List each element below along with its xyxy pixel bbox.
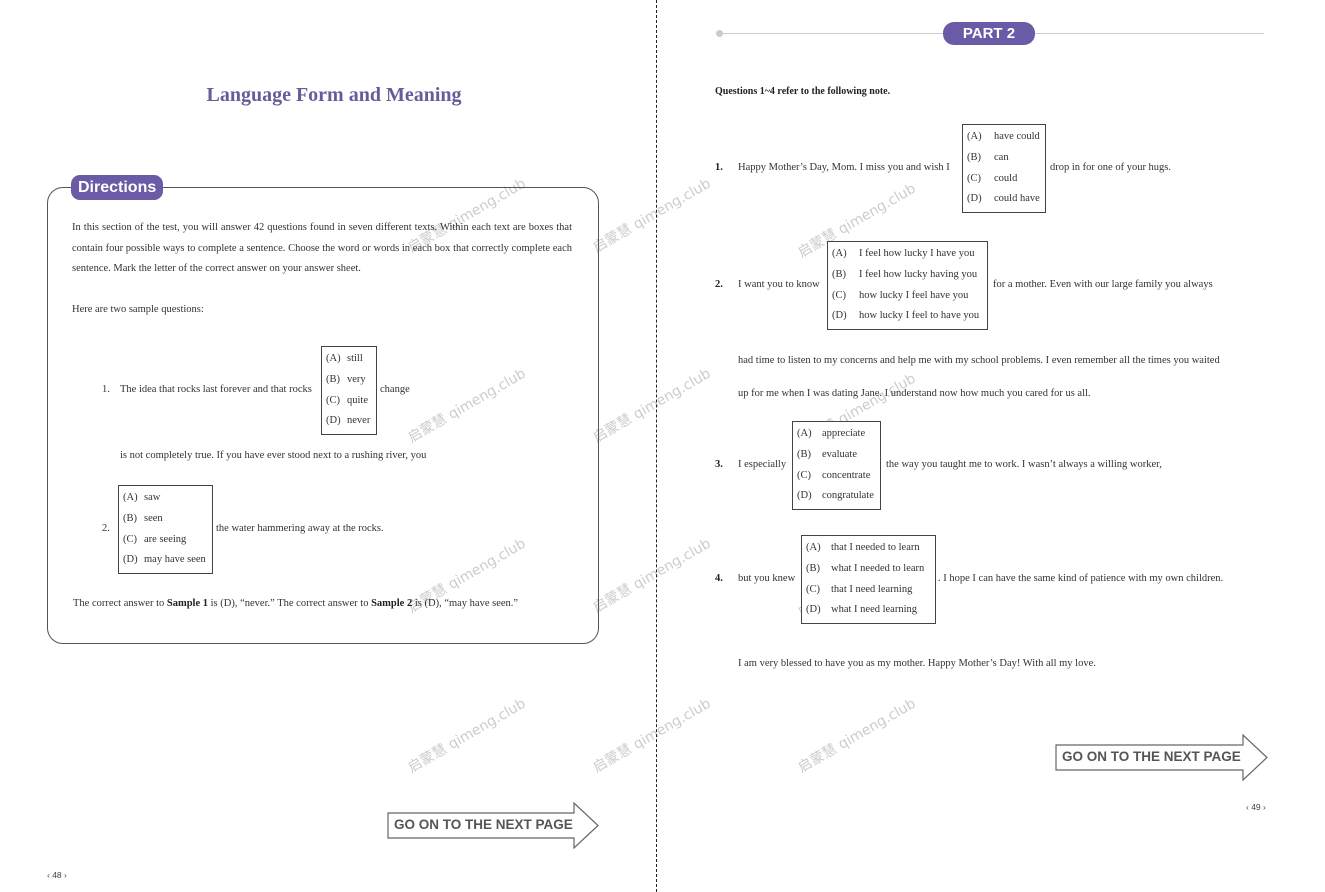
question-number: 2. xyxy=(102,523,110,534)
next-page-label: GO ON TO THE NEXT PAGE xyxy=(1062,749,1241,764)
choice-option[interactable]: (C) are seeing xyxy=(123,530,208,551)
questions-intro: Questions 1~4 refer to the following not… xyxy=(715,86,891,97)
part-rule-right xyxy=(1034,33,1264,34)
choice-option[interactable]: (B) very xyxy=(326,370,372,391)
passage-line: up for me when I was dating Jane. I unde… xyxy=(738,388,1091,399)
question-number: 1. xyxy=(102,384,110,395)
watermark: 启蒙慧 qimeng.club xyxy=(590,695,714,777)
choice-option[interactable]: (A) that I needed to learn xyxy=(806,538,931,559)
choice-option[interactable]: (C) quite xyxy=(326,391,372,412)
choice-option[interactable]: (A) appreciate xyxy=(797,424,876,445)
next-page-arrow[interactable]: GO ON TO THE NEXT PAGE xyxy=(1055,734,1269,781)
question-text-after: the way you taught me to work. I wasn’t … xyxy=(886,459,1162,470)
choice-option[interactable]: (C) that I need learning xyxy=(806,580,931,601)
part-rule-left xyxy=(720,33,944,34)
choice-option[interactable]: (B) seen xyxy=(123,509,208,530)
question-text-before: I especially xyxy=(738,459,787,470)
question-number: 3. xyxy=(715,459,723,470)
choice-option[interactable]: (C) concentrate xyxy=(797,466,876,487)
choice-box: (A) I feel how lucky I have you (B) I feel… xyxy=(827,241,988,331)
choice-option[interactable]: (A) have could xyxy=(967,127,1041,148)
choice-option[interactable]: (A) I feel how lucky I have you xyxy=(832,244,983,265)
sample-answers: The correct answer to Sample 1 is (D), “… xyxy=(73,598,519,609)
directions-label: Directions xyxy=(71,175,164,200)
question-text-after: change xyxy=(380,384,410,395)
question-text-before: I want you to know xyxy=(738,279,820,290)
choice-box: (A) still (B) very (C) quite (D) never xyxy=(321,346,377,436)
question-number: 4. xyxy=(715,573,723,584)
sample-lead: Here are two sample questions: xyxy=(72,304,204,315)
choice-option[interactable]: (B) what I needed to learn xyxy=(806,559,931,580)
page-divider xyxy=(656,0,657,892)
choice-box: (A) have could (B) can (C) could (D) could h… xyxy=(962,124,1046,214)
page-number: ‹ 49 › xyxy=(1246,802,1266,812)
choice-option[interactable]: (B) evaluate xyxy=(797,445,876,466)
question-text-after: for a mother. Even with our large family… xyxy=(993,279,1213,290)
choice-box: (A) appreciate (B) evaluate (C) concentrate… xyxy=(792,421,881,511)
next-page-arrow[interactable]: GO ON TO THE NEXT PAGE xyxy=(387,802,600,849)
directions-text: In this section of the test, you will an… xyxy=(72,222,572,274)
choice-option[interactable]: (D) may have seen xyxy=(123,550,208,571)
choice-option[interactable]: (A) still xyxy=(326,349,372,370)
closing-line: I am very blessed to have you as my moth… xyxy=(738,658,1096,669)
next-page-label: GO ON TO THE NEXT PAGE xyxy=(394,817,573,832)
passage-line: had time to listen to my concerns and he… xyxy=(738,355,1220,366)
choice-option[interactable]: (B) can xyxy=(967,148,1041,169)
question-text-after: . I hope I can have the same kind of pat… xyxy=(938,573,1224,584)
question-text-before: Happy Mother’s Day, Mom. I miss you and … xyxy=(738,162,950,173)
choice-option[interactable]: (D) never xyxy=(326,411,372,432)
choice-option[interactable]: (B) I feel how lucky having you xyxy=(832,265,983,286)
question-text-before: The idea that rocks last forever and tha… xyxy=(120,384,312,395)
choice-option[interactable]: (D) what I need learning xyxy=(806,600,931,621)
watermark: 启蒙慧 qimeng.club xyxy=(590,535,714,617)
choice-option[interactable]: (D) congratulate xyxy=(797,486,876,507)
choice-box: (A) saw (B) seen (C) are seeing (D) may have… xyxy=(118,485,213,575)
choice-option[interactable]: (D) how lucky I feel to have you xyxy=(832,306,983,327)
choice-option[interactable]: (D) could have xyxy=(967,189,1041,210)
choice-option[interactable]: (A) saw xyxy=(123,488,208,509)
question-number: 1. xyxy=(715,162,723,173)
question-number: 2. xyxy=(715,279,723,290)
watermark: 启蒙慧 qimeng.club xyxy=(590,175,714,257)
section-title: Language Form and Meaning xyxy=(206,84,462,106)
watermark: 启蒙慧 qimeng.club xyxy=(795,695,919,777)
question-text-before: but you knew xyxy=(738,573,796,584)
question-continuation: is not completely true. If you have ever… xyxy=(120,450,427,461)
part-badge: PART 2 xyxy=(943,22,1035,45)
question-text-after: the water hammering away at the rocks. xyxy=(216,523,384,534)
watermark: 启蒙慧 qimeng.club xyxy=(405,695,529,777)
question-text-after: drop in for one of your hugs. xyxy=(1050,162,1172,173)
page-number: ‹ 48 › xyxy=(47,870,67,880)
watermark: 启蒙慧 qimeng.club xyxy=(590,365,714,447)
choice-option[interactable]: (C) could xyxy=(967,169,1041,190)
choice-box: (A) that I needed to learn (B) what I need… xyxy=(801,535,936,625)
choice-option[interactable]: (C) how lucky I feel have you xyxy=(832,286,983,307)
